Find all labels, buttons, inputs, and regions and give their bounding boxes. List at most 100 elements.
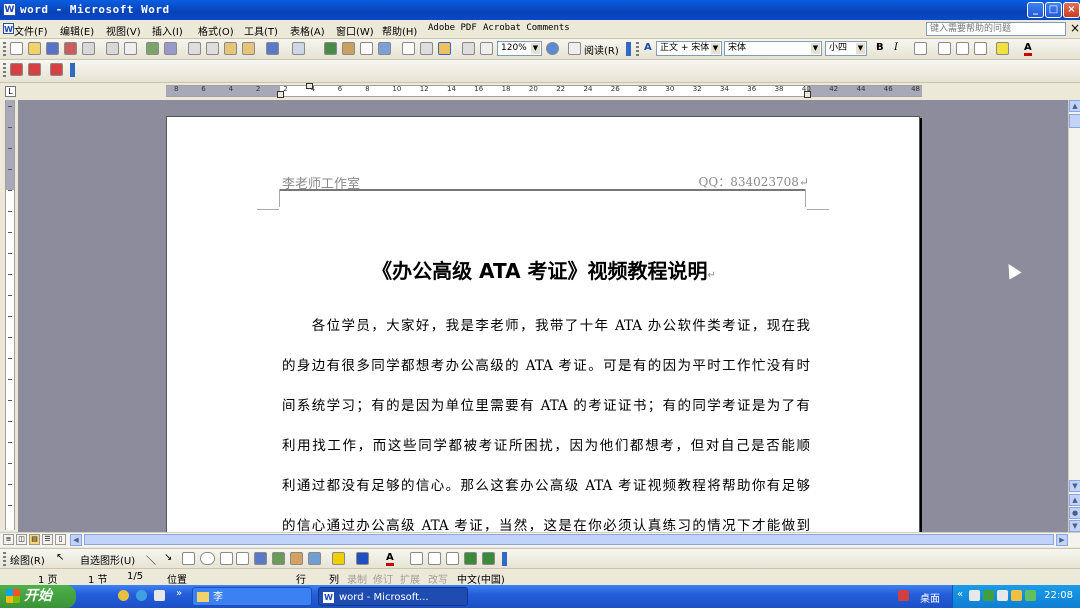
open-folder-icon[interactable] — [28, 42, 41, 55]
menu-window[interactable]: 窗口(W) — [336, 23, 374, 38]
task-word[interactable]: W word - Microsoft... — [318, 587, 468, 606]
maximize-button[interactable]: □ — [1045, 2, 1062, 18]
numbering-icon[interactable] — [938, 42, 951, 55]
italic-button[interactable]: I — [894, 42, 898, 53]
scroll-down-icon[interactable]: ▼ — [1069, 480, 1080, 492]
textbox-icon[interactable] — [220, 552, 233, 565]
format-painter-icon[interactable] — [242, 42, 255, 55]
chevron-down-icon[interactable]: ▼ — [531, 43, 540, 54]
scroll-left-icon[interactable]: ◀ — [70, 534, 82, 546]
draw-font-color-icon[interactable]: A — [386, 552, 394, 566]
autoshapes-menu[interactable]: 自选图形(U) — [80, 552, 135, 567]
close-doc-icon[interactable]: × — [1070, 21, 1080, 35]
status-track[interactable]: 修订 — [373, 571, 393, 586]
vertical-textbox-icon[interactable] — [236, 552, 249, 565]
document-map-icon[interactable] — [438, 42, 451, 55]
spelling-icon[interactable] — [146, 42, 159, 55]
right-indent-marker[interactable] — [804, 91, 811, 98]
size-select[interactable]: 小四 ▼ — [825, 41, 867, 56]
antivirus-icon[interactable] — [1025, 590, 1036, 601]
arrow-style-icon[interactable] — [446, 552, 459, 565]
toolbar-grip[interactable] — [3, 63, 6, 77]
close-button[interactable]: × — [1063, 2, 1080, 18]
security-icon[interactable] — [983, 590, 994, 601]
menu-edit[interactable]: 编辑(E) — [60, 23, 94, 38]
menu-view[interactable]: 视图(V) — [106, 23, 141, 38]
menu-table[interactable]: 表格(A) — [290, 23, 325, 38]
arrow-icon[interactable]: ↘ — [164, 552, 172, 563]
menu-help[interactable]: 帮助(H) — [382, 23, 417, 38]
menu-tools[interactable]: 工具(T) — [244, 23, 278, 38]
diagram-icon[interactable] — [272, 552, 285, 565]
email-icon[interactable] — [82, 42, 95, 55]
print-view-icon[interactable]: ▤ — [29, 534, 40, 545]
first-line-indent-marker[interactable] — [306, 83, 313, 89]
copy-icon[interactable] — [206, 42, 219, 55]
style-select[interactable]: 正文 + 宋体 ▼ — [656, 41, 722, 56]
shadow-style-icon[interactable] — [464, 552, 477, 565]
vertical-ruler[interactable] — [0, 100, 18, 532]
justify-icon[interactable] — [914, 42, 927, 55]
research-icon[interactable] — [164, 42, 177, 55]
chevron-down-icon[interactable]: ▼ — [856, 43, 865, 54]
status-record[interactable]: 录制 — [347, 571, 367, 586]
browse-object-icon[interactable]: ● — [1069, 507, 1080, 519]
3d-style-icon[interactable] — [482, 552, 495, 565]
tray-expand-icon[interactable]: « — [957, 589, 963, 600]
menu-file[interactable]: 文件(F) — [14, 23, 48, 38]
desktop-toolbar-label[interactable]: 桌面 — [920, 590, 940, 605]
wordart-icon[interactable] — [254, 552, 267, 565]
normal-view-icon[interactable]: ≡ — [3, 534, 14, 545]
toolbar-overflow-icon[interactable] — [626, 42, 631, 56]
word-app-icon[interactable]: W — [3, 3, 16, 16]
toolbar-grip[interactable] — [3, 552, 6, 566]
document-area[interactable]: 李老师工作室 QQ：834023708↵ 《办公高级 ATA 考证》视频教程说明… — [18, 100, 1068, 532]
start-button[interactable]: 开始 — [0, 585, 76, 608]
rectangle-icon[interactable] — [182, 552, 195, 565]
help-search-input[interactable]: 键入需要帮助的问题 — [926, 22, 1066, 36]
ie-icon[interactable] — [136, 590, 147, 601]
reading-view-icon[interactable]: ▯ — [55, 534, 66, 545]
clock[interactable]: 22:08 — [1044, 590, 1073, 601]
review-pdf-icon[interactable] — [50, 63, 63, 76]
web-view-icon[interactable]: ◫ — [16, 534, 27, 545]
menu-insert[interactable]: 插入(I) — [152, 23, 183, 38]
cut-icon[interactable] — [188, 42, 201, 55]
fill-color-icon[interactable] — [332, 552, 345, 565]
tables-borders-icon[interactable] — [342, 42, 355, 55]
chevron-down-icon[interactable]: ▼ — [811, 43, 820, 54]
scroll-right-icon[interactable]: ▶ — [1056, 534, 1068, 546]
menu-format[interactable]: 格式(O) — [198, 23, 234, 38]
styles-icon[interactable]: A — [644, 42, 652, 53]
picture-icon[interactable] — [308, 552, 321, 565]
highlight-icon[interactable] — [996, 42, 1009, 55]
drawing-icon[interactable] — [420, 42, 433, 55]
select-objects-icon[interactable]: ↖ — [56, 552, 69, 565]
previous-page-icon[interactable]: ▲ — [1069, 494, 1080, 506]
draw-menu[interactable]: 绘图(R) — [10, 552, 45, 567]
columns-icon[interactable] — [402, 42, 415, 55]
clipart-icon[interactable] — [290, 552, 303, 565]
left-indent-marker[interactable] — [277, 91, 284, 98]
menu-adobe-pdf[interactable]: Adobe PDF — [428, 23, 477, 33]
doc-icon[interactable]: W — [3, 23, 14, 34]
task-folder[interactable]: 李 — [192, 587, 312, 606]
insert-excel-icon[interactable] — [378, 42, 391, 55]
menu-acrobat-comments[interactable]: Acrobat Comments — [483, 23, 570, 33]
header-right-text[interactable]: QQ：834023708↵ — [699, 173, 809, 190]
outline-view-icon[interactable]: ☰ — [42, 534, 53, 545]
horizontal-ruler[interactable]: L 8 6 4 2 2 4 6 8 10 12 14 16 18 20 22 24 26 28 30 32 34 36 38… — [0, 83, 1080, 99]
line-icon[interactable]: ＼ — [146, 552, 156, 567]
scroll-thumb[interactable] — [1069, 114, 1080, 128]
next-page-icon[interactable]: ▼ — [1069, 520, 1080, 532]
save-icon[interactable] — [46, 42, 59, 55]
horizontal-scrollbar[interactable]: ≡ ◫ ▤ ☰ ▯ ◀ ▶ — [0, 532, 1080, 547]
bold-button[interactable]: B — [876, 42, 884, 53]
status-overtype[interactable]: 改写 — [428, 571, 448, 586]
toolbar-grip[interactable] — [3, 42, 6, 56]
quicklaunch-icon[interactable] — [118, 590, 129, 601]
show-hide-icon[interactable] — [462, 42, 475, 55]
hyperlink-icon[interactable] — [324, 42, 337, 55]
quicklaunch-more-icon[interactable]: » — [176, 588, 182, 599]
undo-icon[interactable] — [266, 42, 279, 55]
